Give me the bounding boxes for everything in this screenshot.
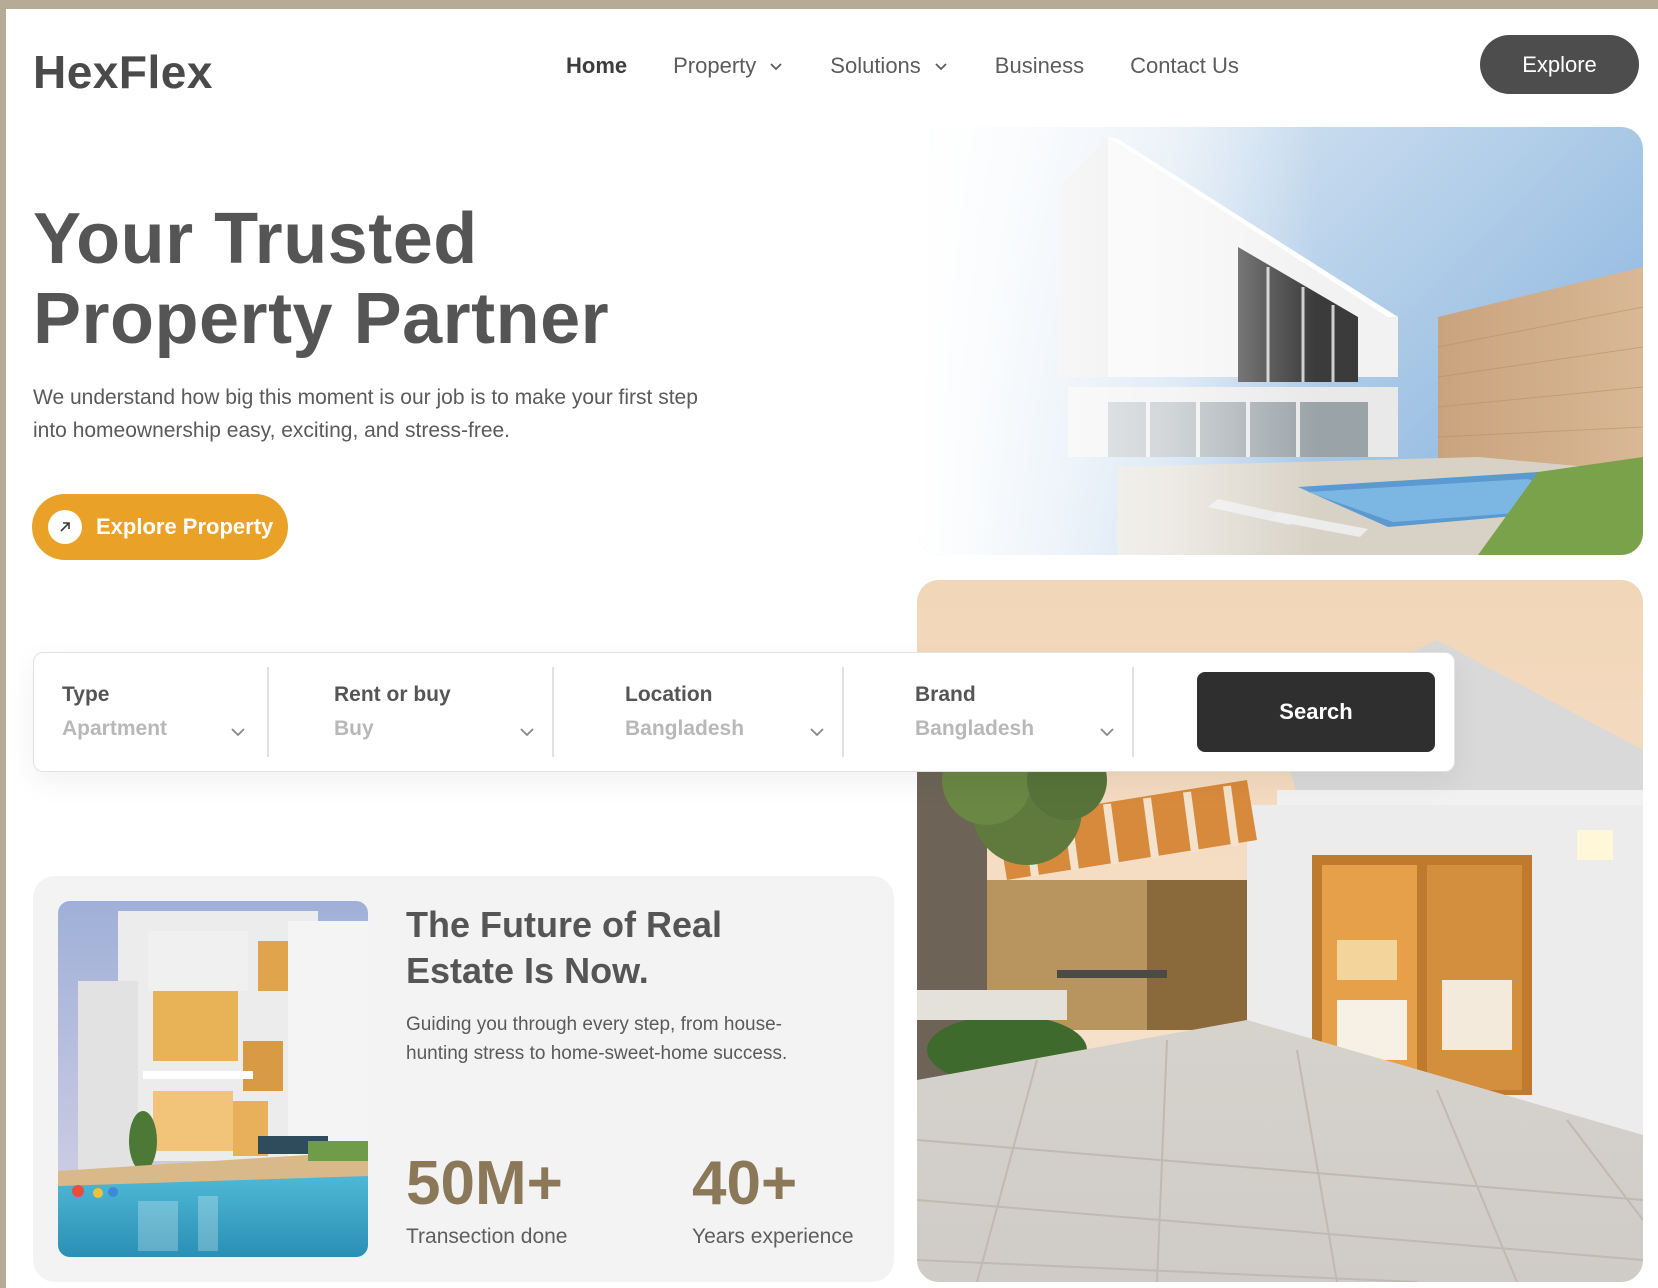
hero-description: We understand how big this moment is our… xyxy=(33,386,698,442)
field-value: Buy xyxy=(334,717,374,740)
nav-item-home[interactable]: Home xyxy=(566,53,627,79)
field-divider xyxy=(552,667,554,757)
field-value: Bangladesh xyxy=(625,717,745,740)
field-value: Apartment xyxy=(62,717,168,740)
stat-transactions-value: 50M+ xyxy=(406,1149,563,1218)
villa-pool-image xyxy=(58,901,368,1257)
chevron-down-icon xyxy=(770,63,782,71)
field-divider xyxy=(267,667,269,757)
rent-or-buy-select[interactable]: Rent or buy Buy xyxy=(270,653,550,773)
chevron-down-icon xyxy=(231,728,245,737)
field-label: Type xyxy=(62,683,110,706)
explore-property-label: Explore Property xyxy=(96,514,274,539)
chevron-down-icon xyxy=(1100,728,1114,737)
arrow-up-right-icon xyxy=(48,510,82,544)
search-button[interactable]: Search xyxy=(1197,672,1435,752)
nav-item-label: Contact Us xyxy=(1130,53,1239,78)
chevron-down-icon xyxy=(520,728,534,737)
card-description: Guiding you through every step, from hou… xyxy=(406,1014,788,1064)
card-title: The Future of Real Estate Is Now. xyxy=(406,902,846,994)
nav-item-label: Business xyxy=(994,53,1085,78)
nav-item-solutions[interactable]: Solutions xyxy=(830,53,949,79)
nav-item-property[interactable]: Property xyxy=(673,53,784,79)
stat-experience-label: Years experience xyxy=(692,1225,854,1248)
field-label: Location xyxy=(625,683,713,706)
nav-item-contact-us[interactable]: Contact Us xyxy=(1130,53,1239,79)
nav-item-label: Property xyxy=(673,53,757,78)
stat-transactions-label: Transection done xyxy=(406,1225,568,1248)
chevron-down-icon xyxy=(810,728,824,737)
nav-item-label: Home xyxy=(566,53,628,78)
field-divider xyxy=(842,667,844,757)
chevron-down-icon xyxy=(935,63,947,71)
field-label: Rent or buy xyxy=(334,683,451,706)
nav-item-label: Solutions xyxy=(830,53,921,78)
explore-button[interactable]: Explore xyxy=(1480,35,1639,94)
modern-house-image xyxy=(918,127,1643,555)
main-nav: Home Property Solutions Business Contact… xyxy=(566,53,1239,79)
card-title-line: Estate Is Now. xyxy=(406,950,649,991)
explore-property-button[interactable]: Explore Property xyxy=(32,494,288,560)
hero-title-line: Property Partner xyxy=(33,279,610,359)
field-label: Brand xyxy=(915,683,976,706)
feature-card: The Future of Real Estate Is Now. Guidin… xyxy=(33,876,894,1282)
field-divider xyxy=(1132,667,1134,757)
field-value: Bangladesh xyxy=(915,717,1035,740)
card-title-line: The Future of Real xyxy=(406,904,723,945)
location-select[interactable]: Location Bangladesh xyxy=(555,653,840,773)
hero-title-line: Your Trusted xyxy=(33,199,478,279)
page: HexFlex Home Property Solutions Business… xyxy=(6,9,1658,1288)
logo[interactable]: HexFlex xyxy=(33,45,213,99)
hero-title: Your Trusted Property Partner xyxy=(33,199,733,359)
brand-select[interactable]: Brand Bangladesh xyxy=(845,653,1130,773)
stat-experience-value: 40+ xyxy=(692,1149,798,1218)
type-select[interactable]: Type Apartment xyxy=(34,653,266,773)
nav-item-business[interactable]: Business xyxy=(995,53,1084,79)
property-search-bar: Type Apartment Rent or buy Buy Location … xyxy=(33,652,1455,772)
